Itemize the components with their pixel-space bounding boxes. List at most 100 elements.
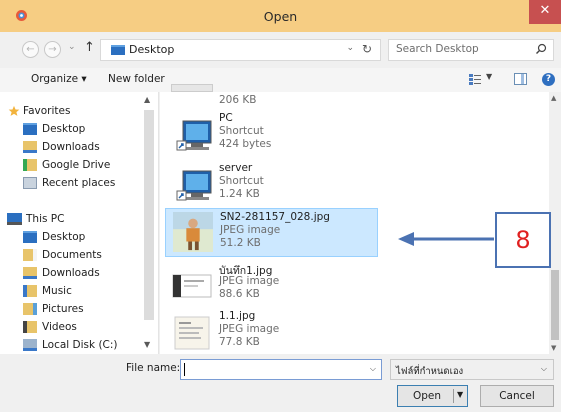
- sidebar-item-local-disk[interactable]: Local Disk (C:): [0, 337, 140, 355]
- dialog-footer: File name: ⌵ ไฟล์ที่กำหนดเอง ⌵ Open ▼ Ca…: [0, 354, 561, 412]
- scroll-down-icon[interactable]: ▼: [551, 344, 556, 352]
- screenshot-thumbnail: [172, 274, 212, 298]
- split-divider: [453, 389, 454, 403]
- sidebar-item-label: Local Disk (C:): [42, 339, 118, 351]
- sidebar-item-desktop-pc[interactable]: Desktop: [0, 229, 140, 247]
- cancel-button-label: Cancel: [499, 390, 535, 402]
- file-type-filter[interactable]: ไฟล์ที่กำหนดเอง ⌵: [390, 359, 554, 380]
- navigation-pane: Favorites Desktop Downloads Google Drive…: [0, 92, 159, 354]
- navigation-bar: ← → ⌄ ↑ Desktop ⌄ ↻ Search Desktop: [0, 32, 561, 68]
- local-disk-icon: [23, 339, 37, 351]
- recent-locations-button[interactable]: ⌄: [68, 42, 76, 52]
- pc-shortcut-icon: [176, 120, 212, 151]
- sidebar-item-downloads[interactable]: Downloads: [0, 139, 140, 157]
- file-name-label: File name:: [126, 362, 181, 374]
- music-icon: [23, 285, 37, 297]
- address-bar[interactable]: Desktop ⌄ ↻: [100, 39, 381, 61]
- file-size: 51.2 KB: [220, 237, 261, 249]
- sidebar-item-label: Videos: [42, 321, 77, 333]
- downloads-icon: [23, 267, 37, 279]
- documents-icon: [23, 249, 37, 261]
- file-item-server[interactable]: server Shortcut 1.24 KB: [165, 160, 378, 206]
- sidebar-item-videos[interactable]: Videos: [0, 319, 140, 337]
- file-name: PC: [219, 112, 233, 124]
- sidebar-item-documents[interactable]: Documents: [0, 247, 140, 265]
- file-type: JPEG image: [219, 323, 280, 335]
- file-size: 88.6 KB: [219, 288, 260, 300]
- sidebar-scroll-thumb[interactable]: [144, 110, 154, 320]
- file-size: 424 bytes: [219, 138, 272, 150]
- sidebar-item-label: Downloads: [42, 141, 100, 153]
- pictures-icon: [23, 303, 37, 315]
- new-folder-button[interactable]: New folder: [108, 73, 165, 85]
- sidebar-item-downloads-pc[interactable]: Downloads: [0, 265, 140, 283]
- file-list-scroll-thumb[interactable]: [551, 270, 559, 340]
- preview-pane-icon[interactable]: [514, 73, 527, 85]
- file-type-filter-value: ไฟล์ที่กำหนดเอง: [396, 366, 464, 377]
- text-caret: [184, 363, 185, 376]
- chevron-down-icon[interactable]: ⌵: [370, 364, 376, 374]
- server-shortcut-icon: [176, 170, 212, 201]
- sidebar-scrollbar[interactable]: ▲ ▼: [141, 92, 157, 354]
- search-icon[interactable]: [535, 43, 547, 55]
- sidebar-item-label: Downloads: [42, 267, 100, 279]
- refresh-button[interactable]: ↻: [362, 42, 372, 56]
- sidebar-item-label: Google Drive: [42, 159, 111, 171]
- star-icon: [8, 105, 20, 116]
- desktop-icon: [23, 231, 37, 243]
- file-item[interactable]: 206 KB: [165, 84, 378, 112]
- open-button-label: Open: [413, 390, 442, 402]
- open-button[interactable]: Open ▼: [397, 385, 468, 407]
- scroll-up-icon[interactable]: ▲: [551, 94, 556, 102]
- search-placeholder[interactable]: Search Desktop: [396, 43, 479, 55]
- videos-icon: [23, 321, 37, 333]
- desktop-folder-icon: [111, 45, 125, 55]
- organize-menu[interactable]: Organize ▾: [31, 73, 87, 85]
- forward-button[interactable]: →: [44, 41, 61, 58]
- sidebar-item-recent-places[interactable]: Recent places: [0, 175, 140, 193]
- file-name: SN2-281157_028.jpg: [220, 211, 330, 223]
- sidebar-item-label: Desktop: [42, 123, 86, 135]
- help-icon[interactable]: ?: [542, 73, 555, 86]
- address-text: Desktop: [129, 43, 175, 56]
- file-size: 77.8 KB: [219, 336, 260, 348]
- sidebar-item-pictures[interactable]: Pictures: [0, 301, 140, 319]
- scroll-down-icon[interactable]: ▼: [144, 340, 150, 349]
- file-name-input[interactable]: ⌵: [180, 359, 382, 380]
- close-button[interactable]: ✕: [529, 0, 561, 24]
- sidebar-item-desktop[interactable]: Desktop: [0, 121, 140, 139]
- file-item[interactable]: บันทึก1.jpg JPEG image 88.6 KB: [165, 260, 378, 306]
- open-options-dropdown-icon[interactable]: ▼: [457, 390, 463, 399]
- this-pc-icon: [7, 213, 22, 225]
- file-name: server: [219, 162, 253, 174]
- up-button[interactable]: ↑: [84, 40, 95, 55]
- address-dropdown-icon[interactable]: ⌄: [346, 43, 354, 53]
- sidebar-item-label: Desktop: [42, 231, 86, 243]
- cancel-button[interactable]: Cancel: [480, 385, 554, 407]
- chevron-down-icon: ⌵: [540, 364, 547, 373]
- view-dropdown-icon[interactable]: ▼: [486, 72, 492, 81]
- file-item[interactable]: 1.1.jpg JPEG image 77.8 KB: [165, 308, 378, 354]
- view-options-icon[interactable]: [469, 73, 481, 85]
- search-box[interactable]: Search Desktop: [388, 39, 554, 61]
- sidebar-item-label: Recent places: [42, 177, 116, 189]
- sidebar-favorites[interactable]: Favorites: [0, 103, 140, 121]
- recent-places-icon: [23, 177, 37, 189]
- window-title: Open: [263, 9, 298, 24]
- annotation-arrow: [398, 232, 494, 246]
- sidebar-item-music[interactable]: Music: [0, 283, 140, 301]
- photo-thumbnail: [173, 212, 213, 252]
- back-button[interactable]: ←: [22, 41, 39, 58]
- file-thumbnail: [171, 84, 213, 92]
- sidebar-item-label: This PC: [26, 213, 65, 225]
- file-item-pc[interactable]: PC Shortcut 424 bytes: [165, 110, 378, 156]
- scroll-up-icon[interactable]: ▲: [144, 95, 150, 104]
- document-thumbnail: [174, 316, 210, 350]
- sidebar-this-pc[interactable]: This PC: [0, 211, 140, 229]
- google-drive-icon: [23, 159, 37, 171]
- file-type: Shortcut: [219, 125, 264, 137]
- step-number-callout: 8: [495, 212, 551, 268]
- title-bar: Open ✕: [0, 0, 561, 32]
- sidebar-item-google-drive[interactable]: Google Drive: [0, 157, 140, 175]
- file-item-selected[interactable]: SN2-281157_028.jpg JPEG image 51.2 KB: [165, 208, 378, 257]
